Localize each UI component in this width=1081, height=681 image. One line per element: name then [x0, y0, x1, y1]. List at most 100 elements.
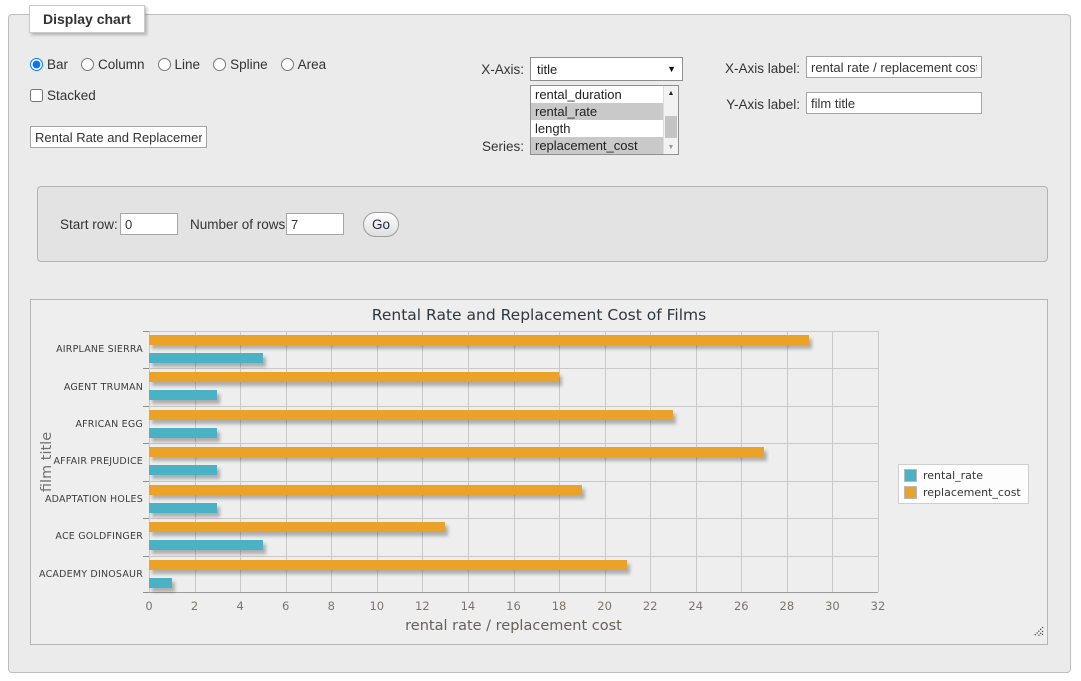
chart-container: Rental Rate and Replacement Cost of Film… — [30, 299, 1048, 645]
y-tick-label: ACE GOLDFINGER — [35, 518, 143, 555]
x-tick-label: 14 — [461, 599, 476, 613]
num-rows-label: Number of rows: — [190, 217, 289, 232]
chart-type-radio-line[interactable] — [158, 58, 171, 71]
start-row-label: Start row: — [60, 217, 118, 232]
series-option-length[interactable]: length — [531, 120, 663, 137]
bar-rental-rate — [149, 390, 217, 400]
x-tick-label: 2 — [191, 599, 198, 613]
bar-replacement-cost — [149, 335, 809, 345]
scroll-down-icon[interactable]: ▼ — [664, 140, 678, 154]
stacked-label: Stacked — [47, 88, 96, 103]
scroll-up-icon[interactable]: ▲ — [664, 86, 678, 100]
x-tick-label: 18 — [552, 599, 567, 613]
series-option-replacement-cost[interactable]: replacement_cost — [531, 137, 663, 154]
bar-rental-rate — [149, 540, 263, 550]
bar-row — [149, 331, 878, 368]
bar-replacement-cost — [149, 410, 673, 420]
chart-type-radio-bar[interactable] — [30, 58, 43, 71]
chart-type-radio-column[interactable] — [81, 58, 94, 71]
y-tick-label: ADAPTATION HOLES — [35, 481, 143, 518]
chart-type-label: Bar — [47, 57, 68, 72]
legend-swatch — [904, 469, 917, 482]
chart-type-options: Bar Column Line Spline Area — [30, 57, 326, 72]
chart-type-option-line[interactable]: Line — [158, 57, 201, 72]
stacked-checkbox[interactable] — [30, 89, 43, 102]
start-row-input[interactable] — [120, 213, 178, 235]
legend-label: replacement_cost — [923, 486, 1021, 499]
x-tick-label: 0 — [145, 599, 152, 613]
x-tick-label: 24 — [688, 599, 703, 613]
x-tick-label: 28 — [780, 599, 795, 613]
x-axis-label-input[interactable] — [806, 56, 982, 78]
chart-type-option-bar[interactable]: Bar — [30, 57, 68, 72]
x-tick-label: 4 — [236, 599, 243, 613]
series-option-rental-rate[interactable]: rental_rate — [531, 103, 663, 120]
x-axis-title: rental rate / replacement cost — [149, 618, 878, 634]
bar-row — [149, 556, 878, 593]
resize-grip-icon[interactable] — [1033, 622, 1044, 641]
y-tick-label: AIRPLANE SIERRA — [35, 331, 143, 368]
bar-row — [149, 368, 878, 405]
chart-type-radio-spline[interactable] — [213, 58, 226, 71]
chart-type-label: Area — [298, 57, 327, 72]
y-axis-label-input[interactable] — [806, 92, 982, 114]
series-listbox-items: rental_durationrental_ratelengthreplacem… — [531, 86, 663, 154]
series-listbox[interactable]: rental_durationrental_ratelengthreplacem… — [530, 85, 679, 155]
bar-row — [149, 443, 878, 480]
y-tick-label: ACADEMY DINOSAUR — [35, 556, 143, 593]
row-controls-panel — [37, 186, 1048, 262]
y-tick-label: AGENT TRUMAN — [35, 368, 143, 405]
bar-rental-rate — [149, 428, 217, 438]
chart-type-option-spline[interactable]: Spline — [213, 57, 268, 72]
bar-rental-rate — [149, 578, 172, 588]
x-tick-label: 30 — [825, 599, 840, 613]
series-option-rental-duration[interactable]: rental_duration — [531, 86, 663, 103]
x-tick-label: 32 — [871, 599, 886, 613]
go-button[interactable]: Go — [363, 212, 399, 237]
y-tick-label: AFRICAN EGG — [35, 406, 143, 443]
legend-label: rental_rate — [923, 469, 983, 482]
y-tick-label: AFFAIR PREJUDICE — [35, 443, 143, 480]
chart-title-input[interactable] — [30, 126, 207, 148]
chart-type-label: Spline — [230, 57, 268, 72]
x-axis-select-label: X-Axis: — [424, 62, 524, 77]
chart-type-label: Column — [98, 57, 145, 72]
x-tick-labels: 02468101214161820222426283032 — [149, 599, 878, 613]
x-tick-label: 22 — [643, 599, 658, 613]
x-tick-label: 8 — [328, 599, 335, 613]
stacked-row: Stacked — [30, 88, 96, 103]
x-axis-select-value: title — [537, 62, 557, 77]
legend-entry-replacement-cost: replacement_cost — [904, 486, 1021, 499]
x-axis-label-label: X-Axis label: — [700, 61, 800, 76]
scrollbar-thumb[interactable] — [665, 116, 677, 138]
bar-replacement-cost — [149, 560, 627, 570]
num-rows-input[interactable] — [286, 213, 344, 235]
bar-replacement-cost — [149, 485, 582, 495]
chart-type-option-area[interactable]: Area — [281, 57, 327, 72]
x-tick-label: 12 — [415, 599, 430, 613]
chart-type-option-column[interactable]: Column — [81, 57, 145, 72]
legend-swatch — [904, 486, 917, 499]
series-select-label: Series: — [424, 139, 524, 154]
fieldset-legend: Display chart — [29, 5, 145, 33]
x-axis-select[interactable]: title ▼ — [530, 57, 683, 81]
series-scrollbar[interactable]: ▲ ▼ — [663, 86, 678, 154]
bar-row — [149, 481, 878, 518]
chart-type-radio-area[interactable] — [281, 58, 294, 71]
stacked-option[interactable]: Stacked — [30, 88, 96, 103]
bar-replacement-cost — [149, 522, 445, 532]
page: Display chart Bar Column Line Spline Area St… — [0, 0, 1081, 681]
chart-legend: rental_rate replacement_cost — [898, 464, 1029, 504]
bar-replacement-cost — [149, 447, 764, 457]
plot-area — [149, 331, 878, 593]
legend-entry-rental-rate: rental_rate — [904, 469, 1021, 482]
bar-replacement-cost — [149, 372, 559, 382]
x-tick-label: 20 — [597, 599, 612, 613]
chevron-down-icon: ▼ — [667, 64, 676, 74]
x-tick-label: 10 — [369, 599, 384, 613]
x-tick-label: 16 — [506, 599, 521, 613]
x-tick-label: 26 — [734, 599, 749, 613]
y-category-labels: AIRPLANE SIERRAAGENT TRUMANAFRICAN EGGAF… — [35, 331, 143, 593]
x-tick-label: 6 — [282, 599, 289, 613]
bar-rental-rate — [149, 503, 217, 513]
